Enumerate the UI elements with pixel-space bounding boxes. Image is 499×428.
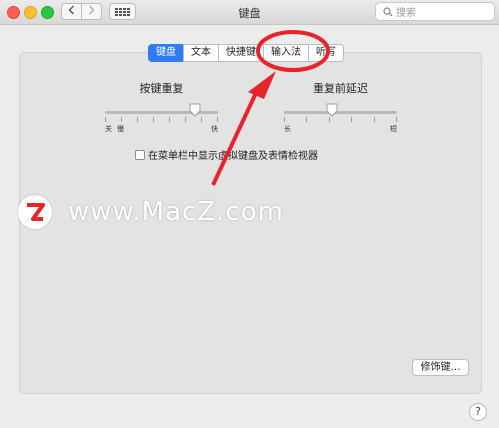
slider-tick <box>153 117 154 122</box>
tab-shortcuts[interactable]: 快捷键 <box>218 44 264 62</box>
slider-tick <box>396 117 397 122</box>
slider-tick <box>169 117 170 122</box>
key-repeat-fast-label: 快 <box>211 125 218 133</box>
slider-tick <box>329 117 330 122</box>
search-placeholder: 搜索 <box>396 8 416 19</box>
tab-keyboard[interactable]: 键盘 <box>148 44 184 62</box>
slider-tick <box>201 117 202 122</box>
slider-tick <box>185 117 186 122</box>
delay-until-repeat-ticks <box>284 117 397 124</box>
watermark: www.MacZ.com <box>18 195 284 229</box>
tab-bar: 键盘 文本 快捷键 输入法 听写 <box>148 44 344 62</box>
key-repeat-ticks <box>105 117 218 124</box>
slider-tick <box>121 117 122 122</box>
help-button[interactable]: ? <box>469 403 487 421</box>
delay-until-repeat-slider[interactable] <box>284 103 397 117</box>
show-keyboard-viewer-label: 在菜单栏中显示虚拟键盘及表情检视器 <box>148 151 318 162</box>
show-keyboard-viewer-checkbox[interactable] <box>135 149 145 160</box>
slider-tick <box>374 117 375 122</box>
key-repeat-slider-group: 按键重复 关 慢 快 <box>105 80 218 134</box>
delay-short-label: 短 <box>390 125 397 133</box>
tab-dictation[interactable]: 听写 <box>308 44 344 62</box>
key-repeat-slider[interactable] <box>105 103 218 117</box>
macz-logo-icon <box>18 195 52 229</box>
slider-tick <box>351 117 352 122</box>
key-repeat-slider-thumb[interactable] <box>189 103 201 117</box>
modifier-keys-button[interactable]: 修饰键… <box>412 359 469 376</box>
delay-until-repeat-slider-group: 重复前延迟 长 短 <box>284 80 397 134</box>
watermark-text: www.MacZ.com <box>68 197 284 227</box>
tab-input-sources[interactable]: 输入法 <box>263 44 309 62</box>
slider-tick <box>137 117 138 122</box>
search-field[interactable]: 搜索 <box>375 2 495 21</box>
delay-until-repeat-slider-thumb[interactable] <box>326 103 338 117</box>
tab-text[interactable]: 文本 <box>183 44 219 62</box>
delay-until-repeat-title: 重复前延迟 <box>313 82 368 95</box>
key-repeat-slow-label: 慢 <box>117 125 124 133</box>
slider-tick <box>306 117 307 122</box>
key-repeat-off-label: 关 <box>105 125 112 133</box>
slider-tick <box>284 117 285 122</box>
title-bar: 键盘 搜索 <box>0 0 499 25</box>
key-repeat-title: 按键重复 <box>139 82 184 95</box>
slider-tick <box>105 117 106 122</box>
keyboard-preferences-window: 键盘 搜索 按键重复 关 慢 快 重复前延迟 长 短 键盘 文本 快捷键 输入法… <box>0 0 499 428</box>
slider-tick <box>217 117 218 122</box>
show-keyboard-viewer-option[interactable]: 在菜单栏中显示虚拟键盘及表情检视器 <box>135 147 318 162</box>
delay-long-label: 长 <box>284 125 291 133</box>
